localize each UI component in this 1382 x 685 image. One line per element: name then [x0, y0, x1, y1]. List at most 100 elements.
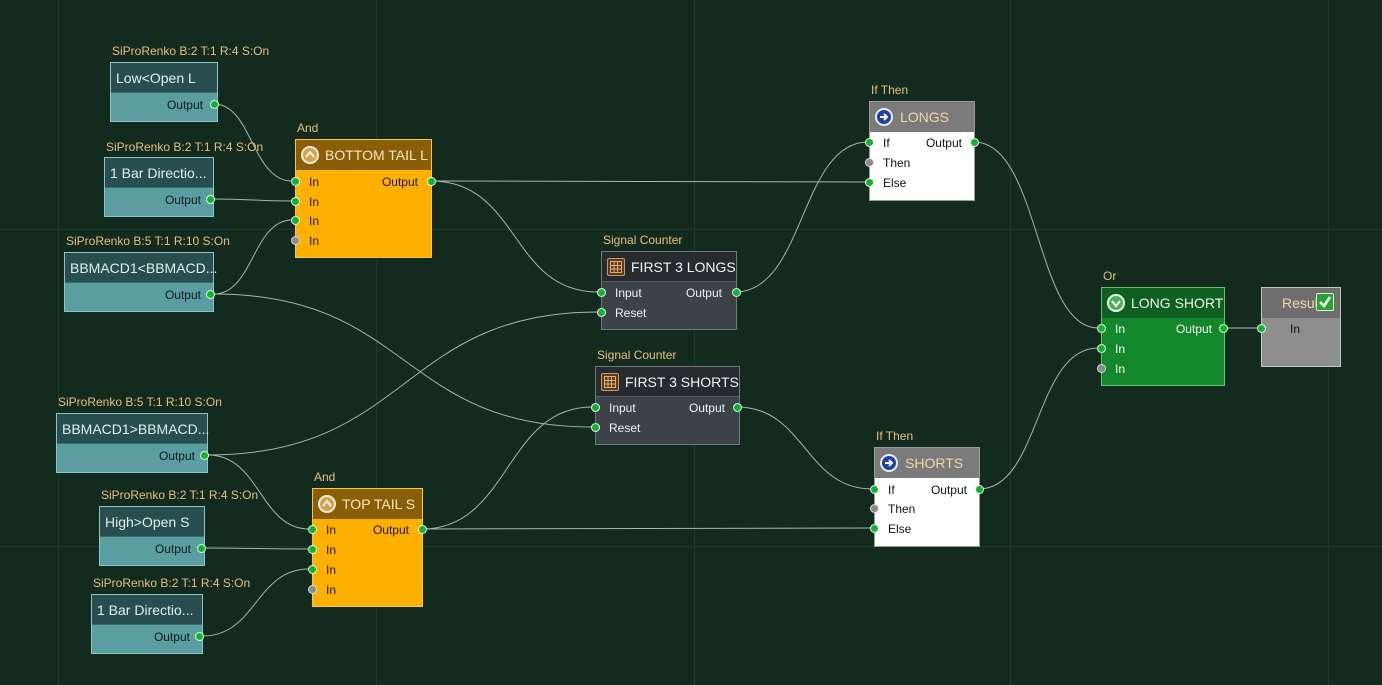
and-node-bottom-tail[interactable]: BOTTOM TAIL L In In In In Output: [291, 139, 436, 258]
input-port[interactable]: [865, 178, 874, 187]
node-header: High>Open S: [100, 507, 204, 537]
input-port[interactable]: [291, 177, 300, 186]
node-caption: And: [314, 470, 336, 484]
node-title: FIRST 3 SHORTS: [625, 374, 739, 390]
node-header: Result: [1262, 288, 1340, 318]
wire-toptail-to-shorts-counter: [421, 406, 593, 530]
node-title: High>Open S: [105, 514, 190, 530]
input-port[interactable]: [870, 485, 879, 494]
output-port[interactable]: [732, 288, 741, 297]
node-header: BBMACD1<BBMACD...: [65, 253, 217, 283]
node-title: TOP TAIL S: [342, 496, 416, 512]
node-caption: SiProRenko B:5 T:1 R:10 S:On: [66, 234, 230, 248]
node-caption: Signal Counter: [603, 233, 683, 247]
input-label: In: [309, 214, 320, 228]
output-label: Output: [164, 288, 201, 302]
output-port[interactable]: [206, 195, 215, 204]
output-label: Output: [925, 136, 962, 150]
node-title: BBMACD1>BBMACD...: [62, 421, 210, 437]
input-label: Reset: [615, 306, 647, 320]
input-port[interactable]: [291, 216, 300, 225]
input-port[interactable]: [308, 565, 317, 574]
if-then-node-shorts[interactable]: SHORTS If Then Else Output: [870, 447, 984, 547]
indicator-node-bar-direction-2[interactable]: 1 Bar Directio... Output: [91, 594, 204, 654]
input-label: In: [309, 175, 320, 189]
input-port[interactable]: [291, 197, 300, 206]
result-node[interactable]: Result In: [1257, 287, 1341, 367]
node-header: LONG SHORT: [1102, 288, 1224, 318]
output-label: Output: [166, 98, 203, 112]
input-label: Then: [888, 502, 916, 516]
wire-longs-to-or: [973, 141, 1099, 329]
output-port[interactable]: [210, 100, 219, 109]
output-port[interactable]: [206, 290, 215, 299]
indicator-node-bbmacd-greater[interactable]: BBMACD1>BBMACD... Output: [56, 413, 210, 473]
input-label: In: [326, 583, 337, 597]
input-port[interactable]: [308, 545, 317, 554]
input-label: In: [1290, 322, 1301, 336]
node-caption: SiProRenko B:2 T:1 R:4 S:On: [93, 576, 251, 590]
input-port[interactable]: [591, 403, 600, 412]
indicator-node-low-open[interactable]: Low<Open L Output: [110, 62, 219, 122]
output-label: Output: [930, 483, 967, 497]
input-port[interactable]: [291, 236, 300, 245]
input-label: In: [1115, 342, 1126, 356]
input-port[interactable]: [1097, 364, 1106, 373]
and-node-top-tail[interactable]: TOP TAIL S In In In In Output: [308, 488, 427, 607]
node-title: Low<Open L: [116, 70, 196, 86]
output-port[interactable]: [970, 138, 979, 147]
chevron-down-icon: [1107, 294, 1125, 312]
output-port[interactable]: [427, 177, 436, 186]
input-label: If: [888, 483, 895, 497]
indicator-node-bbmacd-less[interactable]: BBMACD1<BBMACD... Output: [64, 252, 217, 312]
input-label: If: [883, 136, 890, 150]
output-port[interactable]: [418, 525, 427, 534]
node-header: LONGS: [870, 102, 974, 132]
output-port[interactable]: [197, 544, 206, 553]
output-port[interactable]: [195, 632, 204, 641]
output-port[interactable]: [733, 403, 742, 412]
if-then-node-longs[interactable]: LONGS If Then Else Output: [865, 101, 979, 201]
node-title: LONG SHORT: [1131, 295, 1224, 311]
input-label: Else: [883, 176, 907, 190]
node-title: 1 Bar Directio...: [110, 165, 207, 181]
input-port[interactable]: [591, 423, 600, 432]
node-caption: SiProRenko B:5 T:1 R:10 S:On: [58, 395, 222, 409]
or-node-long-short[interactable]: LONG SHORT In In In Output: [1097, 287, 1228, 386]
output-port[interactable]: [200, 451, 209, 460]
input-port[interactable]: [597, 288, 606, 297]
input-port[interactable]: [597, 308, 606, 317]
input-label: Else: [888, 522, 912, 536]
node-title: SHORTS: [905, 455, 964, 471]
wire-highopen-to-toptail: [203, 547, 310, 550]
wire-shorts-to-or: [978, 347, 1099, 490]
node-header: BOTTOM TAIL L: [296, 140, 431, 170]
grid-counter-icon: [601, 373, 619, 391]
indicator-node-high-open[interactable]: High>Open S Output: [99, 506, 206, 566]
output-label: Output: [688, 401, 725, 415]
input-port[interactable]: [865, 138, 874, 147]
node-caption: SiProRenko B:2 T:1 R:4 S:On: [101, 488, 259, 502]
output-port[interactable]: [975, 485, 984, 494]
arrow-right-icon: [880, 454, 898, 472]
input-port[interactable]: [1097, 344, 1106, 353]
indicator-node-bar-direction[interactable]: 1 Bar Directio... Output: [104, 157, 215, 217]
workflow-canvas[interactable]: SiProRenko B:2 T:1 R:4 S:On Low<Open L O…: [0, 0, 1382, 685]
input-label: In: [309, 195, 320, 209]
input-port[interactable]: [308, 525, 317, 534]
input-port[interactable]: [1097, 324, 1106, 333]
node-title: BOTTOM TAIL L: [325, 147, 428, 163]
output-port[interactable]: [1219, 324, 1228, 333]
input-port[interactable]: [865, 158, 874, 167]
input-port[interactable]: [308, 585, 317, 594]
output-label: Output: [1175, 322, 1212, 336]
input-port[interactable]: [1257, 324, 1266, 333]
input-port[interactable]: [870, 524, 879, 533]
node-caption: And: [297, 121, 319, 135]
input-port[interactable]: [870, 504, 879, 513]
signal-counter-first-3-shorts[interactable]: FIRST 3 SHORTS Input Reset Output: [591, 366, 742, 445]
node-caption: Signal Counter: [597, 348, 677, 362]
chevron-up-icon: [301, 146, 319, 164]
wire-bardir-to-bottomtail: [213, 198, 293, 202]
signal-counter-first-3-longs[interactable]: FIRST 3 LONGS Input Reset Output: [597, 251, 741, 330]
